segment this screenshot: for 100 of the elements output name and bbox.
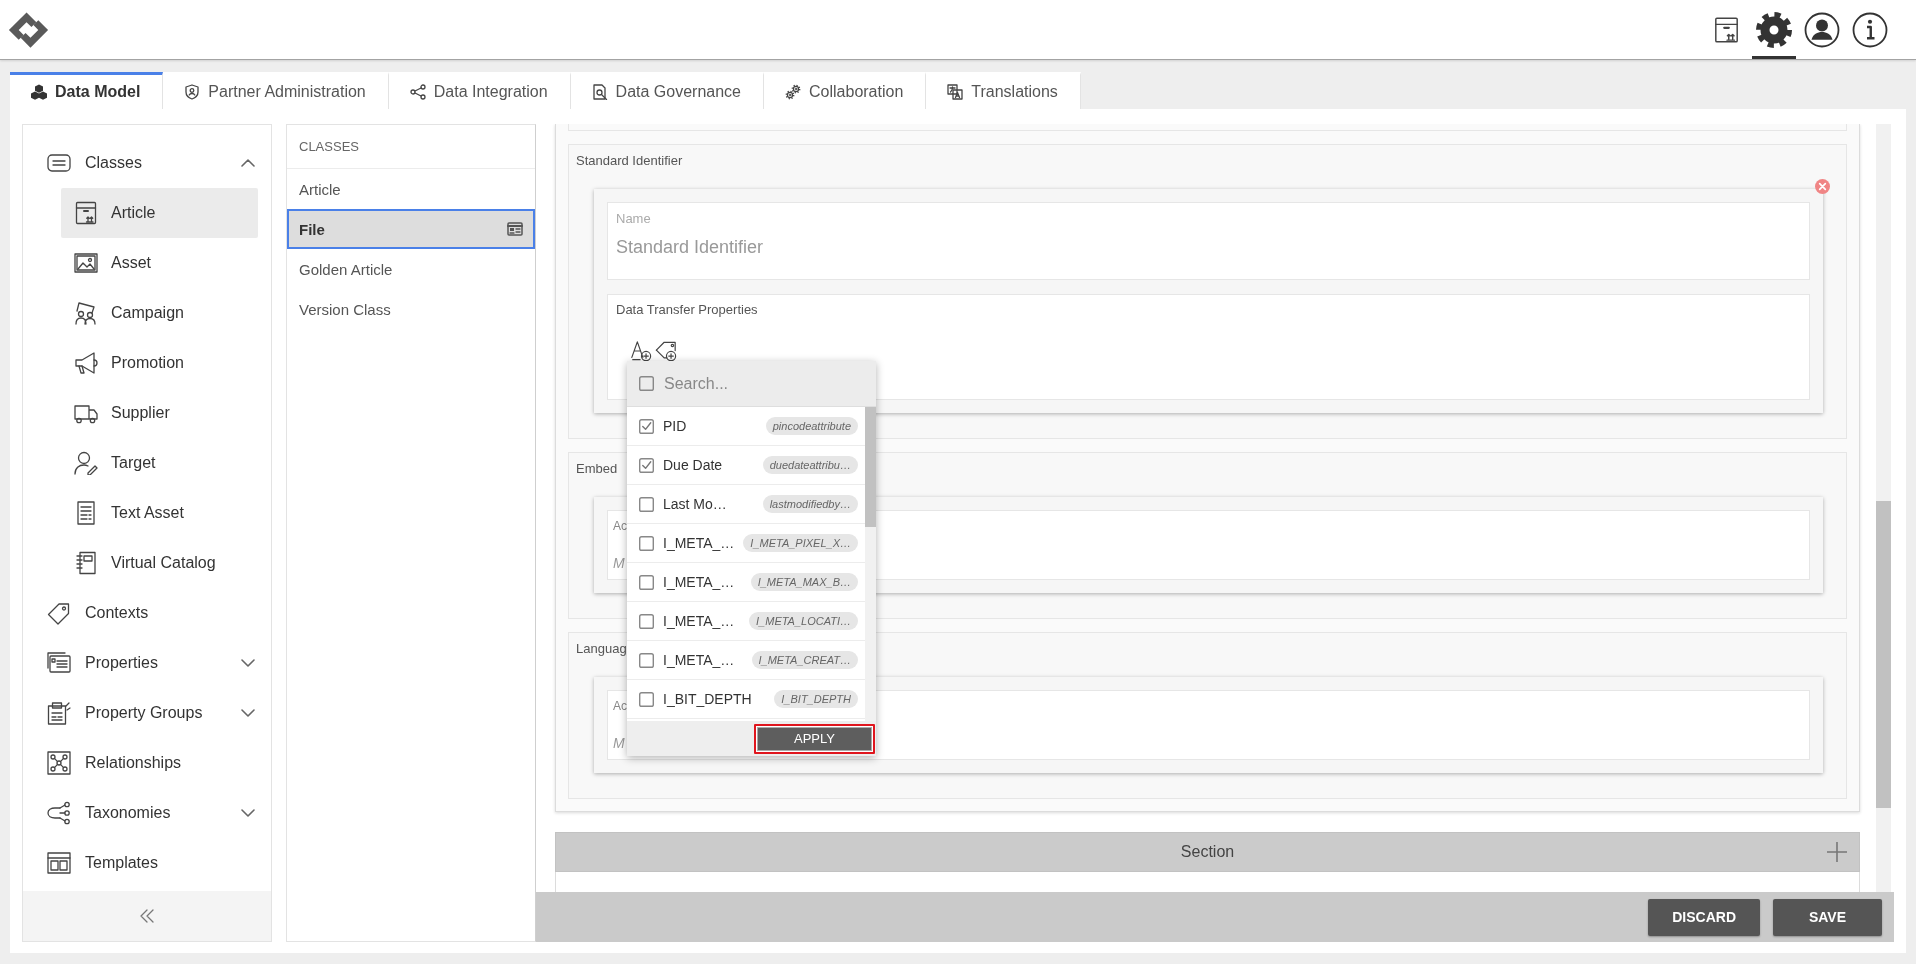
close-icon[interactable]	[1815, 179, 1830, 194]
sidebar-item[interactable]: Target	[61, 438, 258, 488]
option-item[interactable]: I_META_… I_META_LOCATI…	[627, 602, 865, 641]
attribute-tag: I_META_LOCATI…	[749, 612, 858, 630]
attribute-tag: I_BIT_DEPTH	[774, 690, 858, 708]
sidebar-item[interactable]: Supplier	[61, 388, 258, 438]
checkbox[interactable]	[639, 418, 654, 434]
sidebar-item[interactable]: Article	[61, 188, 258, 238]
network-icon	[47, 751, 71, 775]
tab[interactable]: Partner Administration	[163, 72, 389, 109]
attribute-tag: pincodeattribute	[765, 417, 858, 435]
picture-icon	[74, 251, 98, 275]
tab[interactable]: Data Model	[10, 72, 164, 109]
tab[interactable]: Data Integration	[388, 72, 571, 109]
apply-button[interactable]: APPLY	[754, 723, 875, 754]
sidebar-item[interactable]: Contexts	[23, 588, 271, 638]
panel-heading: CLASSES	[287, 125, 535, 169]
class-item[interactable]: Version Class	[287, 289, 535, 329]
checkbox[interactable]	[639, 535, 654, 551]
search-field[interactable]: Search...	[664, 374, 824, 393]
checkbox[interactable]	[639, 691, 654, 707]
checkbox[interactable]	[639, 574, 654, 590]
checkbox[interactable]	[639, 652, 654, 668]
sidebar-item[interactable]: Classes	[23, 138, 271, 188]
field-label: Data Transfer Properties	[616, 302, 758, 317]
section-label: Section	[1180, 843, 1235, 861]
sidebar-item[interactable]: Text Asset	[61, 488, 258, 538]
chevron-down-icon[interactable]	[241, 709, 255, 717]
checkbox[interactable]	[639, 457, 654, 473]
cubes-icon	[31, 84, 47, 100]
sidebar-item[interactable]: Taxonomies	[23, 788, 271, 838]
option-label: I_BIT_DEPTH	[663, 691, 752, 707]
tab[interactable]: Data Governance	[570, 72, 764, 109]
sidebar-item[interactable]: Asset	[61, 238, 258, 288]
chevron-down-icon[interactable]	[241, 659, 255, 667]
document-icon	[74, 501, 98, 525]
attribute-tag: I_META_MAX_B…	[750, 573, 858, 591]
sidebar-item[interactable]: Property Groups	[23, 688, 271, 738]
class-item[interactable]: File	[287, 209, 535, 249]
nodes-icon	[409, 84, 426, 100]
layout-icon	[47, 851, 71, 875]
tab[interactable]: Translations	[926, 72, 1081, 109]
package-icon	[74, 201, 98, 225]
translate-icon	[947, 84, 964, 100]
sidebar-item[interactable]: Virtual Catalog	[61, 538, 258, 588]
option-item[interactable]: I_META_… I_META_CREAT…	[627, 641, 865, 680]
option-item[interactable]: Last Mo… lastmodifiedby…	[627, 485, 865, 524]
text-input[interactable]: M	[613, 735, 626, 751]
double-chevron-left-icon	[140, 909, 154, 923]
clipboard-icon	[47, 701, 71, 725]
option-item[interactable]: I_BIT_DEPTH I_BIT_DEPTH	[627, 680, 865, 719]
class-item[interactable]: Article	[287, 169, 535, 209]
tag-plus-icon[interactable]	[655, 340, 677, 362]
checkbox[interactable]	[639, 613, 654, 629]
checkbox[interactable]	[639, 376, 654, 391]
add-button[interactable]	[1827, 842, 1847, 862]
megaphone-icon	[74, 351, 98, 375]
search-bar[interactable]: Search...	[627, 361, 876, 407]
notebook-icon	[74, 551, 98, 575]
tab[interactable]: Collaboration	[764, 72, 927, 109]
option-label: I_META_…	[663, 535, 735, 551]
attribute-tag: I_META_PIXEL_X…	[743, 534, 858, 552]
chevron-up-icon[interactable]	[241, 159, 255, 167]
option-item[interactable]: I_META_… I_META_MAX_B…	[627, 563, 865, 602]
people-icon	[74, 301, 98, 325]
class-item[interactable]: Golden Article	[287, 249, 535, 289]
action-button[interactable]: DISCARD	[1648, 898, 1760, 936]
scrollbar-thumb[interactable]	[865, 407, 876, 527]
scrollbar-thumb[interactable]	[1876, 501, 1891, 808]
option-item[interactable]: I_META_… I_META_PIXEL_X…	[627, 524, 865, 563]
option-item[interactable]: Due Date duedateattribu…	[627, 446, 865, 485]
package-icon	[1712, 15, 1740, 44]
form-icon	[507, 222, 523, 236]
section-title: Standard Identifier	[576, 153, 683, 169]
hierarchy-icon	[47, 801, 71, 825]
document-search-icon	[591, 84, 608, 100]
sidebar-item[interactable]: Templates	[23, 838, 271, 888]
gears-icon	[785, 84, 801, 100]
sidebar-item[interactable]: Campaign	[61, 288, 258, 338]
attribute-tag: duedateattribu…	[762, 456, 858, 474]
option-item[interactable]: PID pincodeattribute	[627, 407, 865, 446]
plus-icon	[1827, 842, 1847, 862]
sidebar-item[interactable]: Relationships	[23, 738, 271, 788]
attribute-tag: I_META_CREAT…	[751, 651, 858, 669]
attribute-tag: lastmodifiedby…	[762, 495, 858, 513]
action-button[interactable]: SAVE	[1773, 898, 1882, 936]
font-plus-icon[interactable]	[630, 340, 652, 362]
cards-icon	[47, 651, 71, 675]
info-icon	[1852, 11, 1888, 48]
sidebar-item[interactable]: Promotion	[61, 338, 258, 388]
option-label: Last Mo…	[663, 496, 727, 512]
chevron-down-icon[interactable]	[241, 809, 255, 817]
option-label: Due Date	[663, 457, 723, 473]
user-pen-icon	[74, 451, 98, 475]
sidebar-item[interactable]: Properties	[23, 638, 271, 688]
text-input[interactable]: M	[613, 555, 626, 571]
section-title: Languag	[576, 641, 627, 657]
option-label: PID	[663, 418, 687, 434]
option-label: I_META_…	[663, 652, 735, 668]
checkbox[interactable]	[639, 496, 654, 512]
